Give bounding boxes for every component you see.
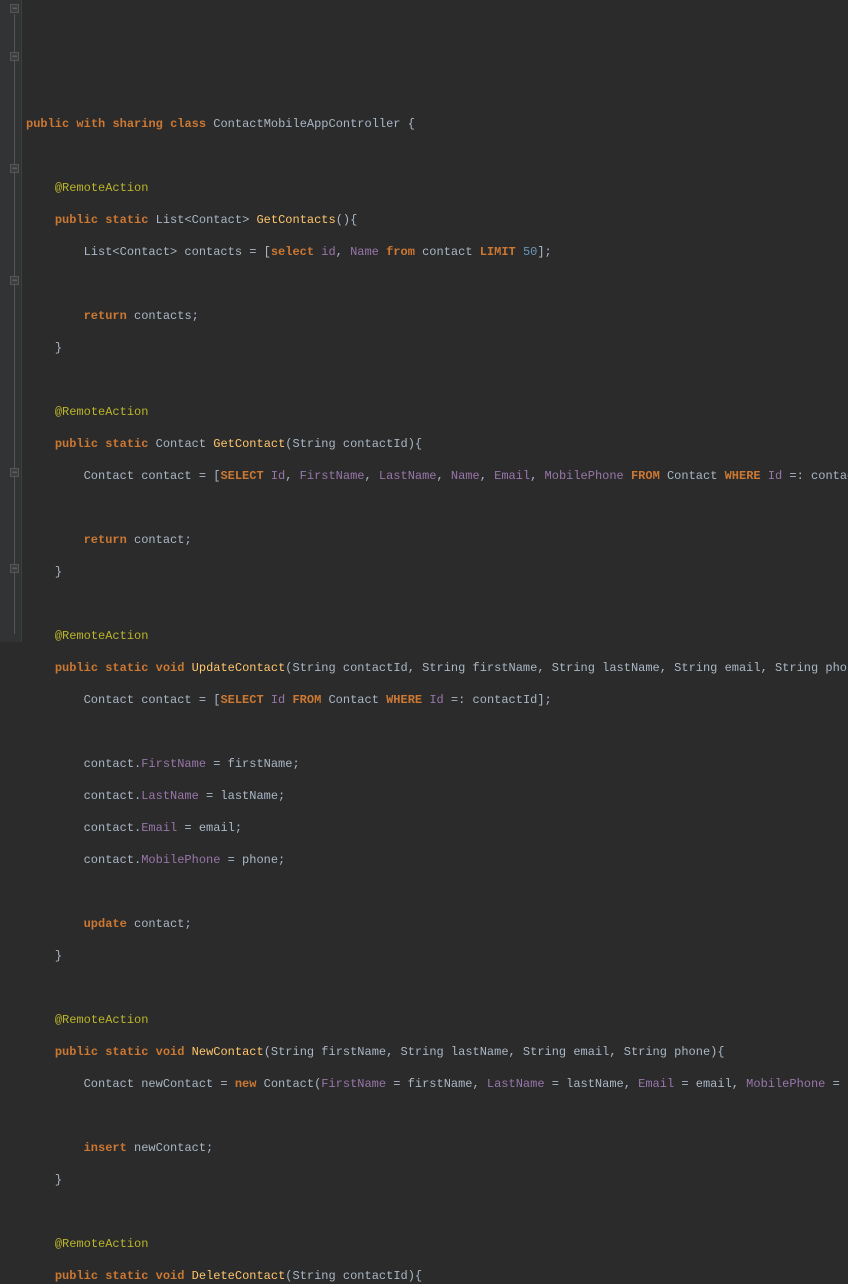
code-line [26,372,848,388]
code-line [26,980,848,996]
code-line: @RemoteAction [26,1236,848,1252]
code-editor[interactable]: public with sharing class ContactMobileA… [4,100,848,1284]
fold-icon[interactable] [10,4,19,13]
code-line: return contact; [26,532,848,548]
code-line: return contacts; [26,308,848,324]
code-line: public static void DeleteContact(String … [26,1268,848,1284]
code-line: } [26,340,848,356]
fold-icon[interactable] [10,52,19,61]
code-line: contact.LastName = lastName; [26,788,848,804]
code-line [26,500,848,516]
code-line: @RemoteAction [26,180,848,196]
code-line: update contact; [26,916,848,932]
code-line: contact.Email = email; [26,820,848,836]
code-line: List<Contact> contacts = [select id, Nam… [26,244,848,260]
code-line [26,884,848,900]
code-line: } [26,1172,848,1188]
code-line: Contact contact = [SELECT Id, FirstName,… [26,468,848,484]
code-line: public with sharing class ContactMobileA… [26,116,848,132]
code-line [26,596,848,612]
code-line [26,148,848,164]
code-line: Contact newContact = new Contact(FirstNa… [26,1076,848,1092]
code-line: public static Contact GetContact(String … [26,436,848,452]
code-line [26,1204,848,1220]
code-line: @RemoteAction [26,404,848,420]
code-line: public static List<Contact> GetContacts(… [26,212,848,228]
code-line: @RemoteAction [26,1012,848,1028]
code-line: } [26,948,848,964]
code-line: contact.MobilePhone = phone; [26,852,848,868]
code-line: contact.FirstName = firstName; [26,756,848,772]
code-line [26,724,848,740]
code-line [26,1108,848,1124]
code-line: public static void NewContact(String fir… [26,1044,848,1060]
code-line: public static void UpdateContact(String … [26,660,848,676]
code-line: Contact contact = [SELECT Id FROM Contac… [26,692,848,708]
code-line [26,276,848,292]
code-line: insert newContact; [26,1140,848,1156]
code-line: } [26,564,848,580]
